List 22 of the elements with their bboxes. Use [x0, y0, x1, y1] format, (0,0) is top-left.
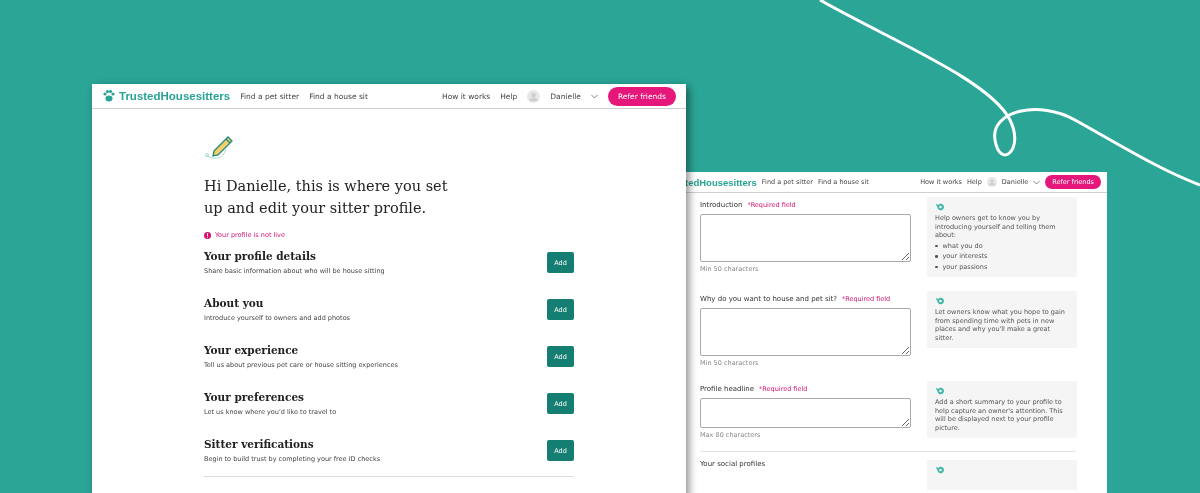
chevron-icon[interactable]: [590, 93, 598, 99]
avatar-icon[interactable]: [986, 177, 997, 187]
text-area[interactable]: [700, 398, 911, 428]
section-title: About you: [204, 297, 265, 309]
alert-icon: [204, 231, 211, 239]
section-title: Your experience: [204, 344, 300, 356]
section-title: Your profile details: [204, 250, 317, 262]
avatar-icon[interactable]: [527, 89, 541, 103]
speech-bubble-icon: [935, 203, 944, 211]
chevron-icon[interactable]: [1033, 179, 1041, 185]
text-area[interactable]: [700, 308, 911, 356]
speech-bubble-icon: [935, 297, 944, 305]
speech-bubble-icon: [935, 466, 944, 474]
paw-icon: [102, 89, 116, 103]
page-heading: Hi Danielle, this is where you set up and edit your sitter profile.: [204, 177, 449, 218]
text-area[interactable]: [700, 214, 911, 262]
speech-bubble-icon: [935, 387, 944, 395]
bullet-dot: [935, 255, 938, 258]
bullet-dot: [935, 244, 938, 247]
section-title: Your preferences: [204, 391, 305, 403]
section-title: Sitter verifications: [204, 438, 315, 450]
bullet-dot: [935, 265, 938, 268]
